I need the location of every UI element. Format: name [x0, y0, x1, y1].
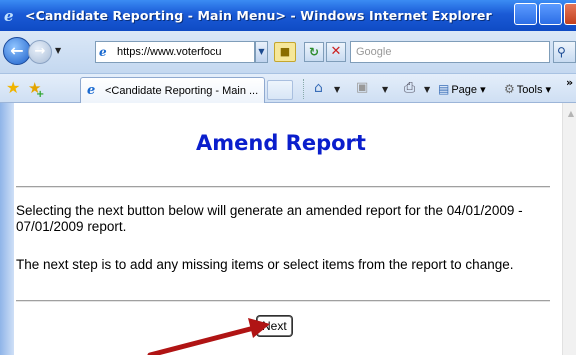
print-dropdown-icon[interactable]: ▼: [424, 85, 430, 94]
scroll-up-arrow-icon[interactable]: ▲: [568, 109, 574, 118]
maximize-button[interactable]: [539, 3, 562, 25]
page-favicon-icon: e: [99, 45, 107, 59]
tab-favicon-icon: e: [87, 82, 96, 98]
page-title: Amend Report: [196, 131, 366, 155]
address-toolbar: ← → ▼ e https://www.voterfocu ▼ ■ ↻ ✕ Go…: [0, 31, 576, 74]
back-button[interactable]: ←: [3, 37, 31, 65]
tab-command-bar: ★ ★ + e <Candidate Reporting - Main ... ⌂…: [0, 74, 576, 103]
new-tab-button[interactable]: [267, 80, 293, 100]
tab-candidate-reporting[interactable]: e <Candidate Reporting - Main ...: [80, 77, 265, 103]
add-favorite-icon[interactable]: ★ +: [28, 79, 44, 100]
print-icon[interactable]: ⎙: [404, 79, 415, 97]
window-controls: [514, 3, 576, 25]
security-lock-icon[interactable]: ■: [274, 42, 296, 62]
window-title-bar: e <Candidate Reporting - Main Menu> - Wi…: [0, 0, 576, 31]
ie-logo-icon: e: [4, 6, 14, 25]
home-icon[interactable]: ⌂: [314, 79, 323, 97]
tools-menu-button[interactable]: ⚙ Tools ▾: [504, 82, 551, 96]
favorites-star-icon[interactable]: ★: [6, 79, 20, 97]
divider-top: [16, 186, 550, 188]
search-icon[interactable]: ⚲: [553, 41, 576, 63]
search-input[interactable]: Google: [350, 41, 550, 63]
recent-pages-dropdown-icon[interactable]: ▼: [55, 46, 61, 55]
toolbar-overflow-chevron-icon[interactable]: »: [566, 76, 573, 89]
minimize-button[interactable]: [514, 3, 537, 25]
address-input[interactable]: e https://www.voterfocu: [95, 41, 255, 63]
next-step-description: The next step is to add any missing item…: [16, 257, 514, 272]
page-menu-label: Page: [451, 84, 478, 96]
address-dropdown-icon[interactable]: ▼: [255, 41, 268, 63]
feeds-dropdown-icon[interactable]: ▼: [382, 85, 388, 94]
feeds-icon[interactable]: ▣: [356, 79, 368, 97]
amend-description: Selecting the next button below will gen…: [16, 203, 523, 234]
close-button[interactable]: [564, 3, 576, 25]
tab-label: <Candidate Reporting - Main ...: [105, 84, 259, 97]
gear-icon: ⚙: [504, 82, 515, 96]
tools-menu-label: Tools: [516, 84, 543, 96]
forward-button[interactable]: →: [28, 40, 52, 64]
toolbar-divider: [303, 79, 305, 99]
page-icon: ▤: [438, 82, 450, 96]
stop-button[interactable]: ✕: [326, 42, 346, 62]
home-dropdown-icon[interactable]: ▼: [334, 85, 340, 94]
window-title: <Candidate Reporting - Main Menu> - Wind…: [25, 8, 492, 23]
address-url: https://www.voterfocu: [117, 46, 222, 58]
refresh-button[interactable]: ↻: [304, 42, 324, 62]
page-menu-button[interactable]: ▤ Page ▾: [438, 82, 486, 96]
divider-bottom: [16, 300, 550, 302]
next-button[interactable]: Next: [257, 316, 292, 336]
vertical-scrollbar[interactable]: ▲: [562, 103, 576, 355]
